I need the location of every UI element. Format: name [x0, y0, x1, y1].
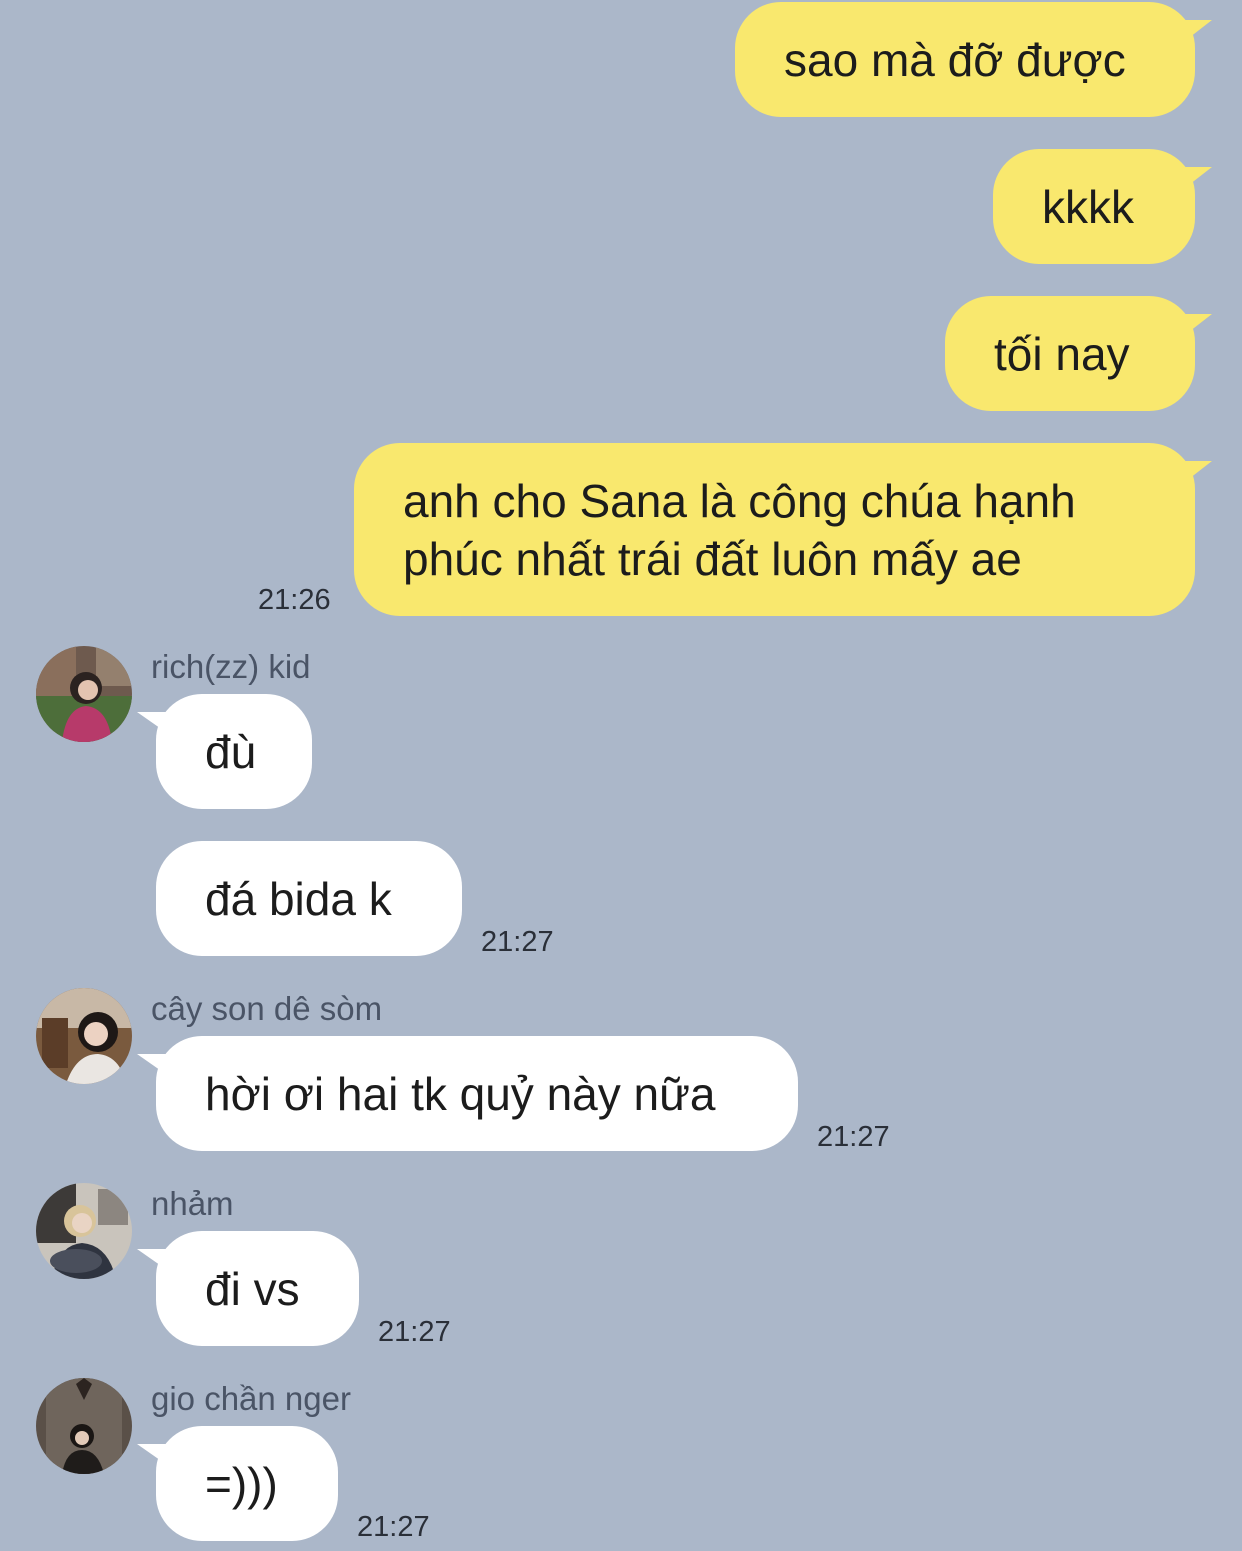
profile-photo-icon — [36, 1183, 132, 1279]
incoming-message[interactable]: =))) — [156, 1426, 338, 1541]
incoming-message[interactable]: đi vs — [156, 1231, 359, 1346]
message-text: =))) — [205, 1458, 278, 1510]
message-timestamp: 21:27 — [378, 1316, 451, 1348]
message-text: tối nay — [994, 328, 1130, 380]
profile-photo-icon — [36, 1378, 132, 1474]
incoming-message[interactable]: hời ơi hai tk quỷ này nữa — [156, 1036, 798, 1151]
avatar[interactable] — [36, 988, 132, 1084]
message-text-line: anh cho Sana là công chúa hạnh — [403, 475, 1076, 527]
message-text: kkkk — [1042, 181, 1134, 233]
message-text: đi vs — [205, 1263, 300, 1315]
profile-photo-icon — [36, 988, 132, 1084]
avatar[interactable] — [36, 1183, 132, 1279]
bubble-tail — [1176, 314, 1212, 342]
sender-name: nhảm — [151, 1185, 234, 1222]
message-timestamp: 21:26 — [258, 584, 331, 616]
message-text: hời ơi hai tk quỷ này nữa — [205, 1068, 716, 1120]
message-text: đù — [205, 726, 257, 778]
message-text: đá bida k — [205, 873, 392, 925]
message-text-line: phúc nhất trái đất luôn mấy ae — [403, 533, 1022, 585]
message-timestamp: 21:27 — [357, 1511, 430, 1543]
bubble-tail — [1176, 20, 1212, 48]
profile-photo-icon — [36, 646, 132, 742]
incoming-message[interactable]: đá bida k — [156, 841, 462, 956]
outgoing-message[interactable]: sao mà đỡ được — [735, 2, 1195, 117]
message-text: sao mà đỡ được — [784, 34, 1126, 86]
outgoing-message[interactable]: kkkk — [993, 149, 1195, 264]
avatar[interactable] — [36, 646, 132, 742]
sender-name: gio chần nger — [151, 1380, 351, 1417]
sender-name: cây son dê sòm — [151, 990, 383, 1027]
bubble-tail — [1176, 167, 1212, 195]
outgoing-message[interactable]: anh cho Sana là công chúa hạnh phúc nhất… — [354, 443, 1195, 616]
bubble-tail — [1176, 461, 1212, 489]
outgoing-message[interactable]: tối nay — [945, 296, 1195, 411]
message-timestamp: 21:27 — [817, 1121, 890, 1153]
avatar[interactable] — [36, 1378, 132, 1474]
incoming-message[interactable]: đù — [156, 694, 312, 809]
message-timestamp: 21:27 — [481, 926, 554, 958]
sender-name: rich(zz) kid — [151, 648, 311, 685]
